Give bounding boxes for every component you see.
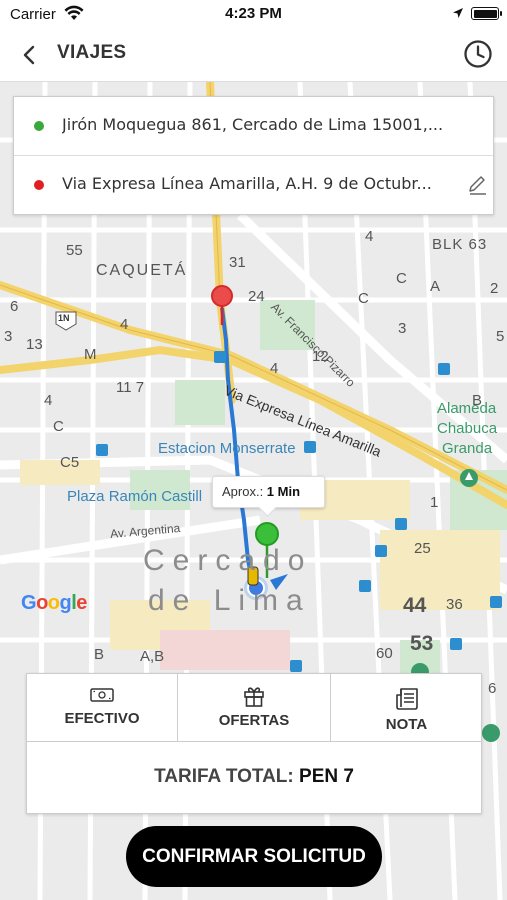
map-num: 31 — [229, 254, 246, 271]
confirm-request-button[interactable]: CONFIRMAR SOLICITUD — [126, 826, 382, 887]
map-num: 4 — [365, 228, 374, 245]
map-num: 2 — [490, 280, 499, 297]
gift-icon — [244, 687, 264, 707]
route-card: Jirón Moquegua 861, Cercado de Lima 1500… — [13, 96, 494, 215]
map-num: M — [84, 346, 97, 363]
map-num: A — [430, 278, 441, 295]
map-num: 3 — [398, 320, 407, 337]
map-num: 4 — [270, 360, 279, 377]
payment-method-button[interactable]: EFECTIVO — [27, 674, 178, 742]
battery-icon — [471, 7, 502, 20]
cash-icon — [90, 688, 114, 702]
destination-dot-icon — [34, 180, 44, 190]
clock-time: 4:23 PM — [225, 5, 282, 22]
map-num: 53 — [410, 632, 434, 655]
map-num: 13 — [26, 336, 43, 353]
map-label-granda: Granda — [442, 440, 493, 457]
map-num: C — [396, 270, 407, 287]
google-logo: Google — [21, 592, 87, 614]
map-num: 25 — [414, 540, 431, 557]
fare-row: TARIFA TOTAL: PEN 7 — [27, 742, 481, 814]
map-num: 44 — [403, 594, 427, 617]
map-label-chabuca: Chabuca — [437, 420, 498, 437]
fare-value: PEN 7 — [299, 766, 354, 787]
pencil-icon[interactable] — [466, 174, 488, 196]
efectivo-label: EFECTIVO — [64, 710, 140, 727]
page-title: VIAJES — [57, 42, 127, 63]
map-label-plaza: Plaza Ramón Castill — [67, 488, 203, 505]
nota-label: NOTA — [385, 716, 428, 733]
map-label-blk: BLK 63 — [432, 236, 488, 253]
map-num: 24 — [248, 288, 265, 305]
map-num: 36 — [446, 596, 463, 613]
map-label-estacion: Estacion Monserrate — [158, 440, 296, 457]
nav-bar: VIAJES — [0, 28, 507, 82]
map-label-alameda: Alameda — [437, 400, 497, 417]
offers-button[interactable]: OFERTAS — [178, 674, 331, 742]
eta-value: 1 Min — [266, 484, 301, 499]
clock-icon[interactable] — [462, 38, 494, 70]
map-label-ab: A,B — [140, 648, 165, 665]
map-num: 4 — [44, 392, 53, 409]
note-button[interactable]: NOTA — [331, 674, 482, 742]
map-num: C5 — [60, 454, 80, 471]
map-num: 60 — [376, 645, 393, 662]
map-num: C — [358, 290, 369, 307]
location-arrow-icon — [453, 8, 463, 18]
note-icon — [395, 688, 418, 710]
map-label-cercado: Cercado — [143, 544, 313, 577]
chevron-left-icon[interactable] — [14, 40, 44, 70]
map-num: 3 — [4, 328, 13, 345]
map-num: 12 — [312, 348, 329, 365]
fare-label: TARIFA TOTAL: — [154, 766, 300, 787]
eta-label: Aprox.: — [222, 484, 267, 499]
map-num: 4 — [120, 316, 129, 333]
map-num: 6 — [488, 680, 497, 697]
status-bar: Carrier 4:23 PM — [0, 0, 507, 28]
map-label-de-lima: de Lima — [148, 584, 311, 617]
map-num: B — [472, 392, 483, 409]
destination-address: Via Expresa Línea Amarilla, A.H. 9 de Oc… — [62, 174, 432, 193]
map-num: 1 — [430, 494, 439, 511]
eta-tooltip: Aprox.: 1 Min — [212, 476, 325, 508]
map-label-caqueta: CAQUETÁ — [96, 262, 188, 279]
map-num: 55 — [66, 242, 83, 259]
map-num: 6 — [10, 298, 19, 315]
map-num: B — [94, 646, 105, 663]
destination-row[interactable]: Via Expresa Línea Amarilla, A.H. 9 de Oc… — [14, 156, 493, 215]
origin-row[interactable]: Jirón Moquegua 861, Cercado de Lima 1500… — [14, 97, 493, 156]
map-num: 11 7 — [116, 379, 145, 396]
ofertas-label: OFERTAS — [218, 712, 290, 729]
map-num: 5 — [496, 328, 505, 345]
origin-address: Jirón Moquegua 861, Cercado de Lima 1500… — [62, 115, 444, 134]
options-panel: EFECTIVO OFERTAS NOTA TARIFA TOTAL: PEN … — [26, 673, 482, 814]
origin-dot-icon — [34, 121, 44, 131]
map-num: C — [53, 418, 64, 435]
map-label-shield: 1N — [58, 313, 70, 323]
